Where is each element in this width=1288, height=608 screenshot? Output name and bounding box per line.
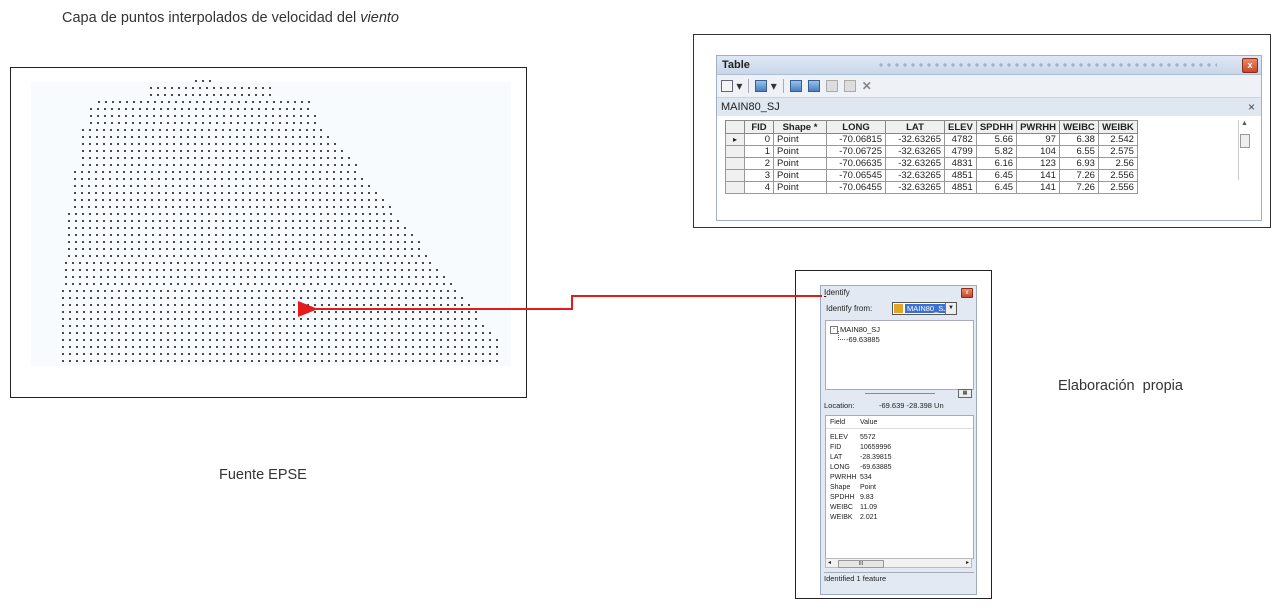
connector-arrow	[298, 295, 822, 317]
